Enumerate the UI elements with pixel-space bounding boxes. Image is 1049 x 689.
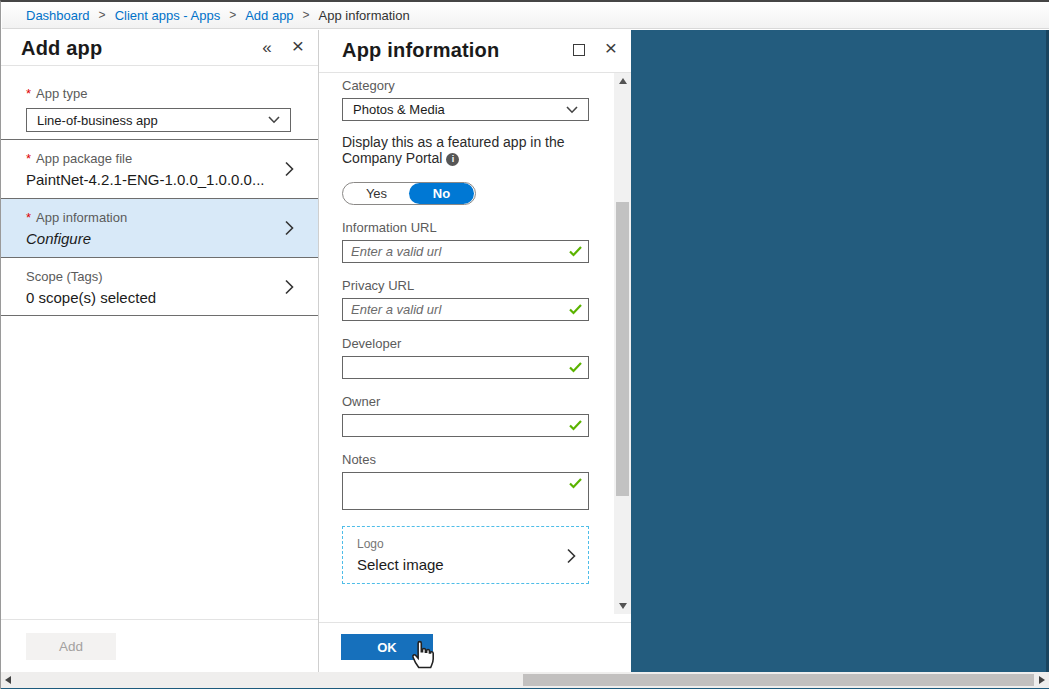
close-blade-icon[interactable]: × bbox=[605, 39, 617, 57]
notes-label: Notes bbox=[342, 452, 589, 467]
category-dropdown[interactable]: Photos & Media bbox=[342, 98, 589, 121]
developer-label: Developer bbox=[342, 336, 589, 351]
category-label: Category bbox=[342, 78, 589, 93]
chevron-right-icon bbox=[285, 161, 294, 177]
header-divider bbox=[1, 65, 318, 66]
owner-input[interactable] bbox=[342, 414, 589, 437]
owner-label: Owner bbox=[342, 394, 589, 409]
add-app-title: Add app bbox=[21, 37, 242, 60]
valid-check-icon bbox=[569, 304, 582, 315]
chevron-right-icon bbox=[285, 279, 294, 295]
app-information-header: App information × bbox=[319, 30, 631, 62]
toggle-no[interactable]: No bbox=[409, 183, 474, 204]
breadcrumb-client-apps[interactable]: Client apps - Apps bbox=[115, 8, 221, 23]
app-information-form: Category Photos & Media Display this as … bbox=[319, 73, 614, 614]
required-asterisk: * bbox=[26, 151, 31, 166]
valid-check-icon bbox=[569, 246, 582, 257]
required-asterisk: * bbox=[26, 210, 31, 225]
wizard-steps: *App package file PaintNet-4.2.1-ENG-1.0… bbox=[1, 139, 318, 316]
featured-app-toggle[interactable]: Yes No bbox=[342, 182, 476, 205]
developer-field: Developer bbox=[342, 336, 589, 379]
breadcrumb-separator: > bbox=[99, 8, 106, 22]
notes-input[interactable] bbox=[342, 472, 589, 510]
required-asterisk: * bbox=[26, 86, 31, 101]
category-field: Category Photos & Media bbox=[342, 78, 589, 121]
info-icon[interactable]: i bbox=[446, 153, 459, 166]
step-scope-tags[interactable]: Scope (Tags) 0 scope(s) selected bbox=[1, 257, 318, 316]
valid-check-icon bbox=[569, 362, 582, 373]
privacy-url-input[interactable] bbox=[342, 298, 589, 321]
scrollbar-thumb[interactable] bbox=[616, 202, 629, 496]
logo-select[interactable]: Logo Select image bbox=[342, 526, 589, 584]
horizontal-scrollbar[interactable] bbox=[1, 672, 1049, 688]
scroll-right-arrow[interactable] bbox=[1035, 672, 1049, 688]
notes-field: Notes bbox=[342, 452, 589, 510]
step-value: Configure bbox=[26, 230, 293, 247]
step-value: 0 scope(s) selected bbox=[26, 289, 293, 306]
collapse-blade-icon[interactable]: « bbox=[262, 38, 271, 58]
breadcrumb-dashboard[interactable]: Dashboard bbox=[26, 8, 90, 23]
developer-input[interactable] bbox=[342, 356, 589, 379]
step-app-information[interactable]: *App information Configure bbox=[1, 198, 318, 257]
featured-app-label: Display this as a featured app in the Co… bbox=[342, 134, 572, 166]
close-blade-icon[interactable]: × bbox=[292, 37, 304, 55]
dashboard-background bbox=[631, 30, 1046, 672]
chevron-down-icon bbox=[566, 106, 578, 114]
scroll-down-arrow[interactable] bbox=[614, 598, 631, 614]
add-button[interactable]: Add bbox=[26, 633, 116, 660]
valid-check-icon bbox=[569, 420, 582, 431]
step-value: PaintNet-4.2.1-ENG-1.0.0_1.0.0.0... bbox=[26, 171, 293, 188]
app-type-group: *App type Line-of-business app bbox=[26, 85, 291, 132]
scroll-up-arrow[interactable] bbox=[614, 73, 631, 89]
step-app-package-file[interactable]: *App package file PaintNet-4.2.1-ENG-1.0… bbox=[1, 139, 318, 198]
breadcrumb: Dashboard > Client apps - Apps > Add app… bbox=[2, 2, 1049, 29]
app-type-label: *App type bbox=[26, 85, 291, 101]
logo-value: Select image bbox=[357, 556, 574, 573]
privacy-url-label: Privacy URL bbox=[342, 278, 589, 293]
information-url-label: Information URL bbox=[342, 220, 589, 235]
mouse-cursor-hand bbox=[408, 636, 438, 670]
breadcrumb-separator: > bbox=[303, 8, 310, 22]
app-type-dropdown[interactable]: Line-of-business app bbox=[26, 108, 291, 132]
valid-check-icon bbox=[569, 478, 582, 489]
breadcrumb-separator: > bbox=[229, 8, 236, 22]
information-url-field: Information URL bbox=[342, 220, 589, 263]
chevron-down-icon bbox=[268, 116, 280, 124]
breadcrumb-current: App information bbox=[319, 8, 410, 23]
toggle-yes[interactable]: Yes bbox=[343, 183, 410, 204]
add-app-blade: Add app « × *App type Line-of-business a… bbox=[1, 30, 319, 672]
app-information-footer: OK bbox=[319, 622, 631, 672]
add-app-footer: Add bbox=[1, 619, 318, 672]
chevron-right-icon bbox=[567, 548, 576, 564]
logo-label: Logo bbox=[357, 537, 574, 551]
add-app-header: Add app « × bbox=[1, 30, 318, 60]
maximize-blade-icon[interactable] bbox=[573, 44, 585, 56]
scroll-left-arrow[interactable] bbox=[1, 672, 15, 688]
vertical-scrollbar[interactable] bbox=[614, 73, 631, 614]
app-information-blade: App information × Category Photos & Medi… bbox=[319, 30, 631, 672]
chevron-right-icon bbox=[285, 220, 294, 236]
information-url-input[interactable] bbox=[342, 240, 589, 263]
breadcrumb-add-app[interactable]: Add app bbox=[245, 8, 293, 23]
app-window: Dashboard > Client apps - Apps > Add app… bbox=[0, 0, 1049, 689]
scrollbar-thumb[interactable] bbox=[523, 674, 1034, 686]
app-information-title: App information bbox=[342, 39, 553, 62]
privacy-url-field: Privacy URL bbox=[342, 278, 589, 321]
owner-field: Owner bbox=[342, 394, 589, 437]
